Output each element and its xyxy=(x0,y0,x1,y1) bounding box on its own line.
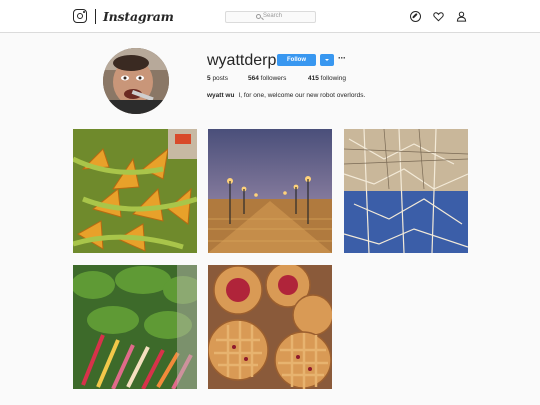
following-label: following xyxy=(320,75,346,82)
suggestions-dropdown-button[interactable] xyxy=(320,54,334,66)
post-thumbnail[interactable] xyxy=(208,129,332,253)
search-icon xyxy=(256,13,261,19)
logo-divider xyxy=(95,9,96,24)
profile-bio: wyatt wu I, for one, welcome our new robo… xyxy=(207,92,365,99)
posts-label: posts xyxy=(212,75,228,82)
following-count: 415 xyxy=(308,75,319,82)
posts-count: 5 xyxy=(207,75,211,82)
post-thumbnail[interactable] xyxy=(344,129,468,253)
heart-icon[interactable] xyxy=(433,11,444,22)
bio-text: I, for one, welcome our new robot overlo… xyxy=(238,92,366,99)
post-thumbnail[interactable] xyxy=(208,265,332,389)
more-options-button[interactable]: ··· xyxy=(338,53,346,63)
profile-username: wyattderp xyxy=(207,52,277,69)
top-nav-bar: Instagram Search xyxy=(0,0,540,33)
following-stat[interactable]: 415 following xyxy=(308,75,346,82)
followers-stat[interactable]: 564 followers xyxy=(248,75,286,82)
person-icon[interactable] xyxy=(456,11,467,22)
instagram-wordmark[interactable]: Instagram xyxy=(103,9,174,24)
followers-count: 564 xyxy=(248,75,259,82)
follow-button[interactable]: Follow xyxy=(277,54,316,66)
bio-name: wyatt wu xyxy=(207,92,235,99)
posts-stat: 5 posts xyxy=(207,75,228,82)
followers-label: followers xyxy=(260,75,287,82)
search-placeholder: Search xyxy=(263,12,283,19)
instagram-glyph-icon[interactable] xyxy=(73,9,87,23)
compass-icon[interactable] xyxy=(410,11,421,22)
avatar[interactable] xyxy=(103,48,169,114)
post-thumbnail[interactable] xyxy=(73,265,197,389)
post-thumbnail[interactable] xyxy=(73,129,197,253)
